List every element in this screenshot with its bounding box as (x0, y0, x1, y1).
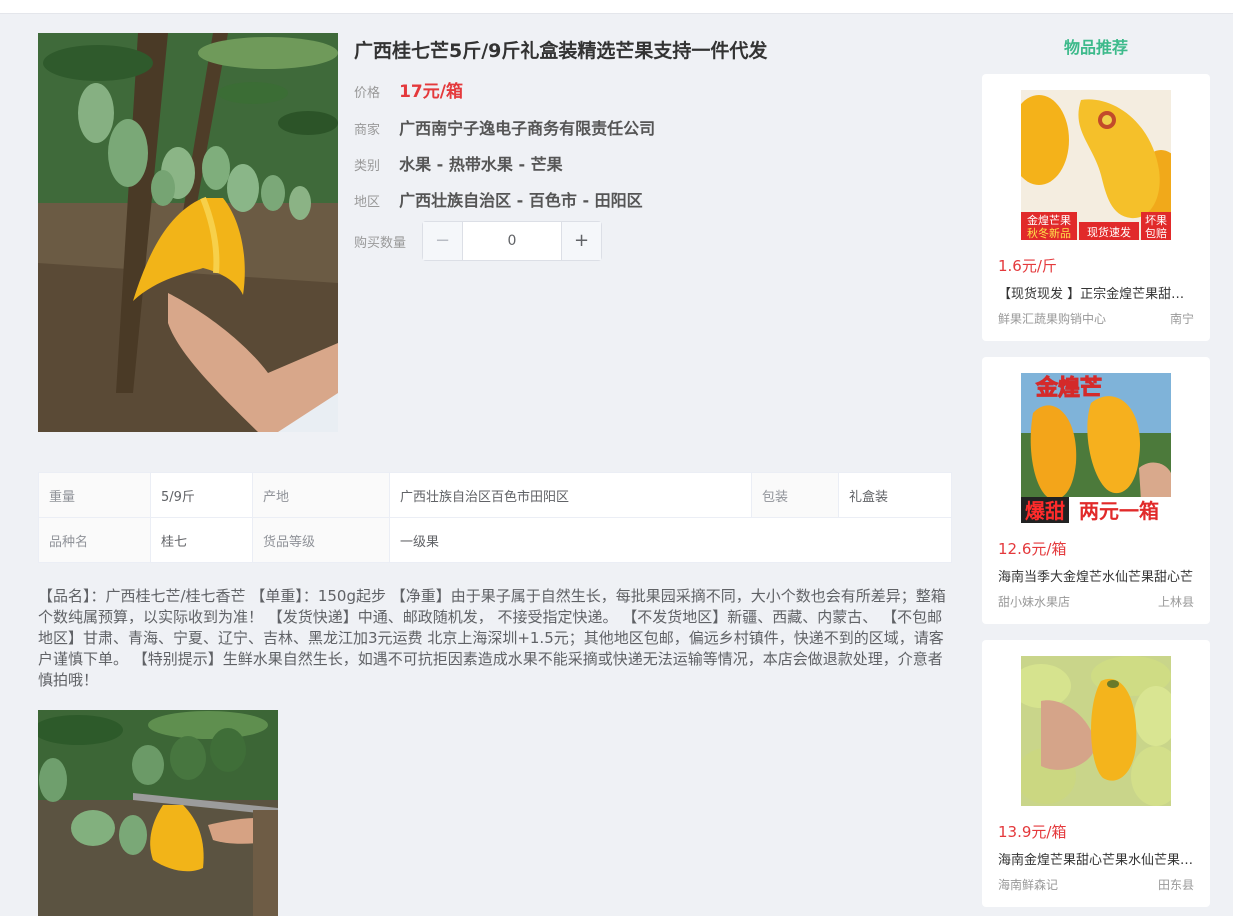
badge-text: 秋冬新品 (1027, 226, 1071, 240)
spec-key: 产地 (252, 472, 390, 518)
spec-key: 包装 (751, 472, 839, 518)
recommend-card[interactable]: 13.9元/箱 海南金煌芒果甜心芒果水仙芒果新鲜 海南鲜森记 田东县 (982, 640, 1210, 907)
recommend-shop: 海南鲜森记 (998, 878, 1059, 892)
seller-name[interactable]: 广西南宁子逸电子商务有限责任公司 (399, 119, 655, 138)
badge-text: 包赔 (1145, 226, 1167, 240)
top-bar (0, 0, 1233, 14)
recommend-name[interactable]: 海南金煌芒果甜心芒果水仙芒果新鲜 (998, 849, 1196, 868)
table-row: 品种名 桂七 货品等级 一级果 (38, 517, 952, 563)
category-label: 类别 (354, 159, 381, 174)
banner-text: 爆甜 (1025, 499, 1065, 523)
recommend-title: 物品推荐 (1063, 38, 1128, 57)
price-label: 价格 (354, 86, 381, 101)
spec-value: 广西壮族自治区百色市田阳区 (389, 472, 752, 518)
quantity-input[interactable]: 0 (463, 222, 561, 260)
recommend-location: 南宁 (1169, 312, 1194, 326)
recommend-price: 13.9元/箱 (998, 823, 1067, 841)
region-row: 地区 广西壮族自治区 - 百色市 - 田阳区 (354, 187, 643, 211)
quantity-label: 购买数量 (354, 236, 407, 251)
product-detail-image[interactable] (38, 710, 278, 916)
decrease-button[interactable]: − (423, 222, 463, 260)
increase-button[interactable]: + (561, 222, 601, 260)
category-row: 类别 水果 - 热带水果 - 芒果 (354, 151, 563, 175)
recommend-image[interactable]: 金煌芒 爆甜 两元一箱 (1021, 373, 1171, 523)
spec-key: 重量 (38, 472, 151, 518)
seller-row: 商家 广西南宁子逸电子商务有限责任公司 (354, 115, 655, 139)
recommend-shop: 鲜果汇蔬果购销中心 (998, 312, 1107, 326)
product-description: 【品名】：广西桂七芒/桂七香芒 【单重】：150g起步 【净重】由于果子属于自然… (38, 587, 946, 689)
region-label: 地区 (354, 195, 381, 210)
seller-label: 商家 (354, 123, 381, 138)
recommend-card[interactable]: 金煌芒 爆甜 两元一箱 12.6元/箱 海南当季大金煌芒水仙芒果甜心芒 甜小妹水… (982, 357, 1210, 624)
price-value: 17元/箱 (399, 82, 463, 102)
banner-text: 两元一箱 (1079, 499, 1159, 523)
price-row: 价格 17元/箱 (354, 77, 463, 102)
badge-text: 金煌芒果 (1027, 213, 1071, 227)
recommend-card[interactable]: 金煌芒果 秋冬新品 现货速发 坏果 包赔 1.6元/斤 【现货现发 】正宗金煌芒… (982, 74, 1210, 341)
badge-text: 坏果 (1145, 214, 1167, 227)
spec-table: 重量 5/9斤 产地 广西壮族自治区百色市田阳区 包装 礼盒装 品种名 桂七 货… (38, 472, 952, 563)
recommend-image[interactable] (1021, 656, 1171, 806)
recommend-location: 田东县 (1157, 878, 1194, 892)
recommend-price: 1.6元/斤 (998, 257, 1057, 275)
spec-value: 5/9斤 (150, 472, 253, 518)
region-value: 广西壮族自治区 - 百色市 - 田阳区 (399, 191, 643, 210)
spec-value: 礼盒装 (838, 472, 952, 518)
recommend-name[interactable]: 海南当季大金煌芒水仙芒果甜心芒 (998, 566, 1196, 585)
category-value: 水果 - 热带水果 - 芒果 (399, 155, 563, 174)
quantity-stepper: − 0 + (422, 221, 602, 261)
product-title: 广西桂七芒5斤/9斤礼盒装精选芒果支持一件代发 (354, 40, 768, 62)
spec-key: 货品等级 (252, 517, 390, 563)
recommend-name[interactable]: 【现货现发 】正宗金煌芒果甜心芒果 (998, 283, 1196, 302)
spec-key: 品种名 (38, 517, 151, 563)
banner-text: 金煌芒 (1035, 375, 1102, 401)
recommend-location: 上林县 (1157, 595, 1194, 609)
recommend-shop: 甜小妹水果店 (998, 595, 1071, 609)
product-main-image[interactable] (38, 33, 338, 432)
spec-value: 桂七 (150, 517, 253, 563)
table-row: 重量 5/9斤 产地 广西壮族自治区百色市田阳区 包装 礼盒装 (38, 472, 952, 518)
spec-value: 一级果 (389, 517, 952, 563)
recommend-image[interactable]: 金煌芒果 秋冬新品 现货速发 坏果 包赔 (1021, 90, 1171, 240)
badge-text: 现货速发 (1087, 225, 1131, 239)
recommend-price: 12.6元/箱 (998, 540, 1067, 558)
